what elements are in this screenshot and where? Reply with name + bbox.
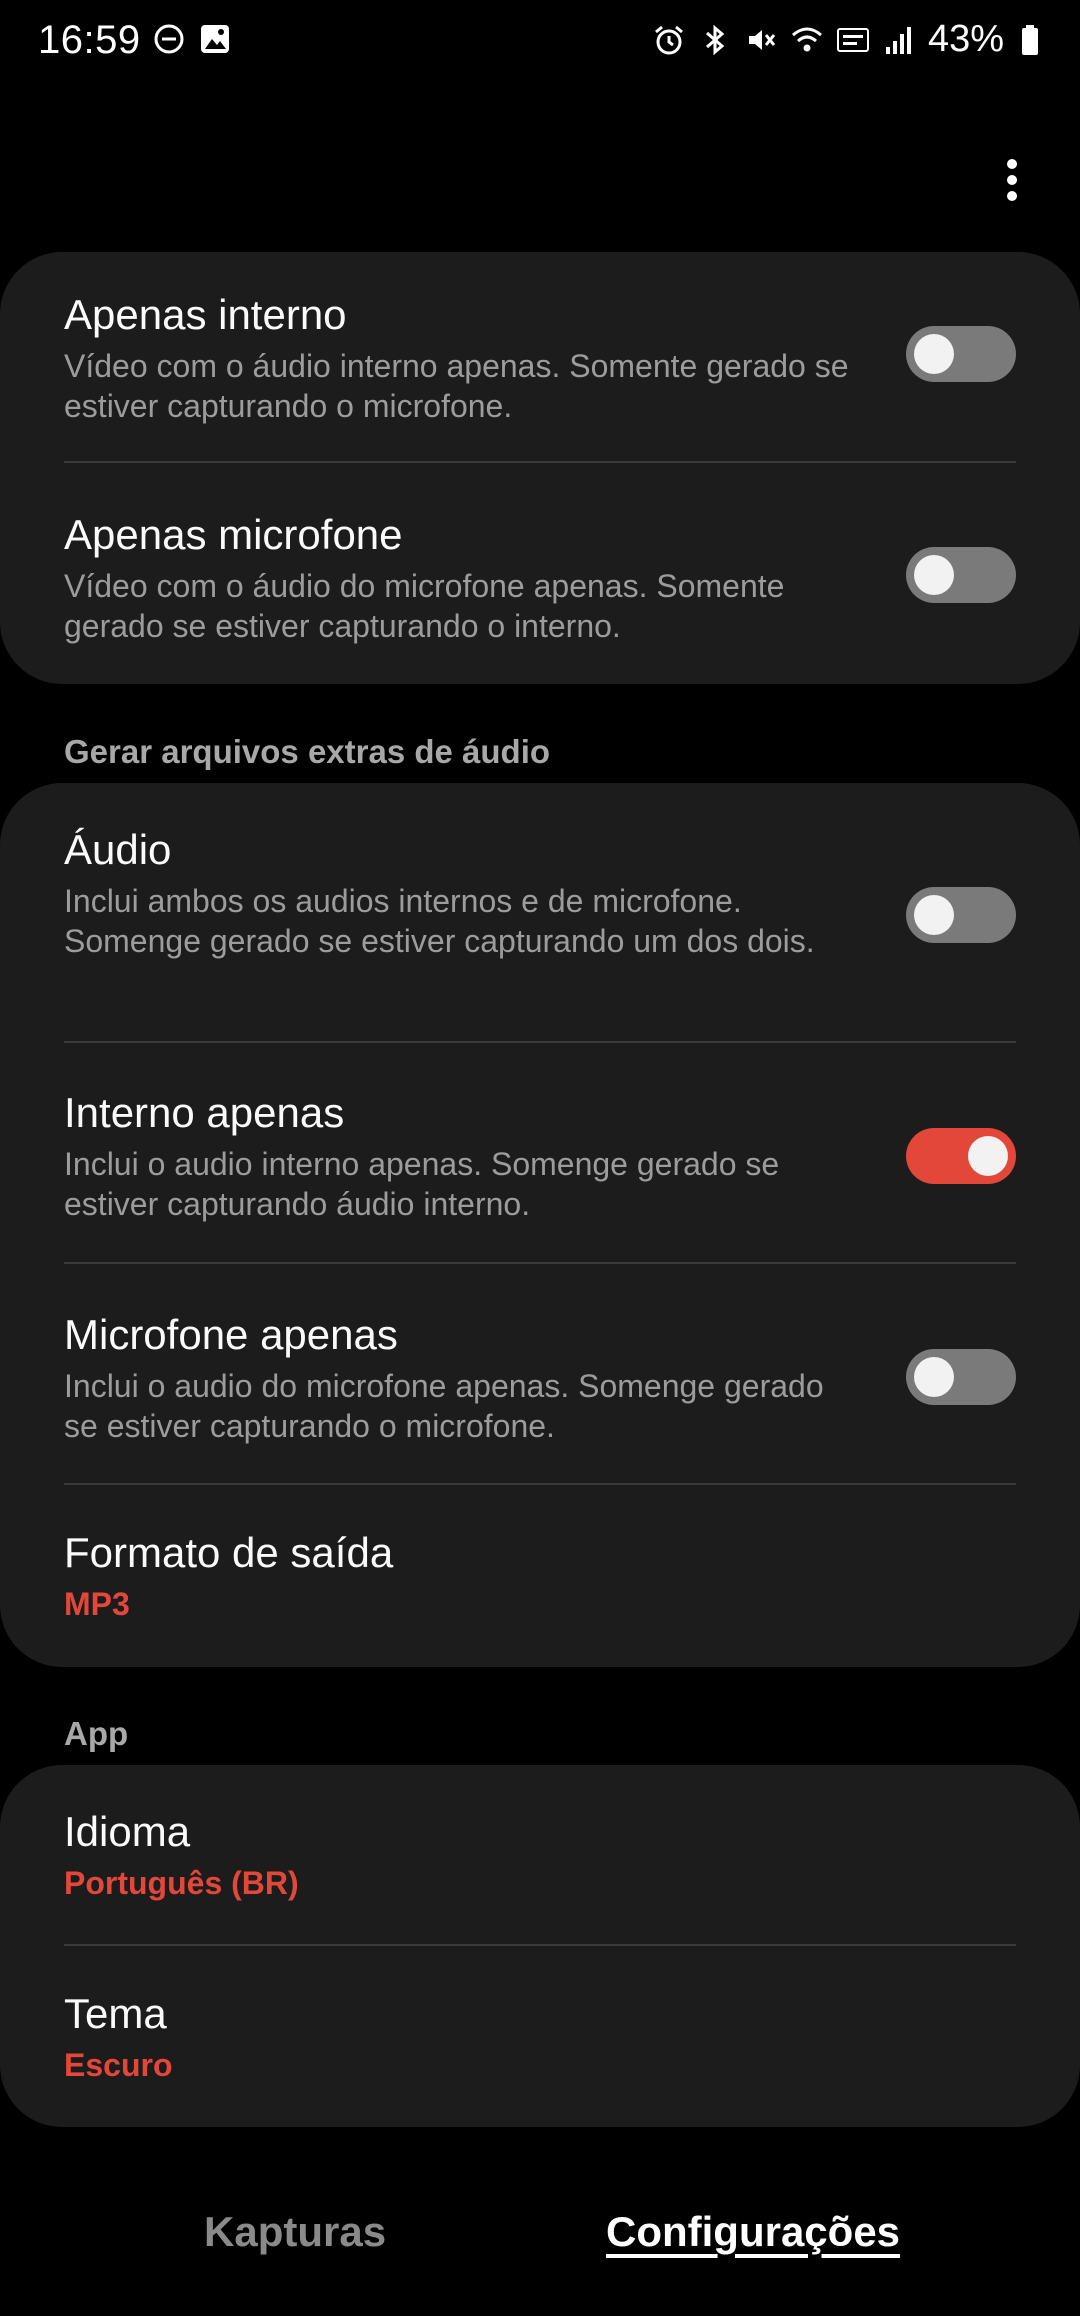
setting-value: Português (BR) bbox=[64, 1865, 299, 1901]
setting-description: Inclui o audio do microfone apenas. Some… bbox=[64, 1368, 824, 1444]
mute-icon bbox=[748, 29, 776, 50]
toggle-microphone-only-audio[interactable] bbox=[906, 1349, 1016, 1405]
divider bbox=[64, 1944, 1016, 1946]
status-time: 16:59 bbox=[38, 18, 141, 62]
setting-title: Interno apenas bbox=[64, 1089, 345, 1136]
extra-audio-card: Áudio Inclui ambos os audios internos e … bbox=[0, 783, 1080, 1667]
setting-value: Escuro bbox=[64, 2047, 173, 2083]
setting-description: Vídeo com o áudio interno apenas. Soment… bbox=[64, 348, 849, 424]
tab-kapturas[interactable]: Kapturas bbox=[204, 2208, 386, 2256]
setting-audio[interactable]: Áudio Inclui ambos os audios internos e … bbox=[64, 825, 1016, 961]
setting-microphone-only-video[interactable]: Apenas microfone Vídeo com o áudio do mi… bbox=[64, 510, 1016, 646]
section-header-extra-audio: Gerar arquivos extras de áudio bbox=[64, 733, 551, 770]
setting-internal-only-video[interactable]: Apenas interno Vídeo com o áudio interno… bbox=[64, 290, 1016, 426]
volte-icon bbox=[836, 27, 869, 52]
setting-microphone-only-audio[interactable]: Microfone apenas Inclui o audio do micro… bbox=[64, 1310, 1016, 1446]
battery-percent: 43% bbox=[927, 18, 1004, 60]
app-card: Idioma Português (BR) Tema Escuro bbox=[0, 1765, 1080, 2127]
setting-internal-only-audio[interactable]: Interno apenas Inclui o audio interno ap… bbox=[64, 1088, 1016, 1224]
bluetooth-icon bbox=[705, 24, 725, 55]
more-vert-icon bbox=[1007, 159, 1017, 201]
gallery-icon bbox=[201, 25, 229, 53]
divider bbox=[64, 1262, 1016, 1264]
divider bbox=[64, 1483, 1016, 1485]
tab-configuracoes[interactable]: Configurações bbox=[606, 2208, 900, 2256]
setting-title: Microfone apenas bbox=[64, 1311, 398, 1358]
toggle-internal-only-audio[interactable] bbox=[906, 1128, 1016, 1184]
setting-title: Tema bbox=[64, 1990, 167, 2037]
setting-title: Formato de saída bbox=[64, 1529, 394, 1576]
battery-icon bbox=[1022, 24, 1038, 55]
divider bbox=[64, 461, 1016, 463]
section-header-app: App bbox=[64, 1715, 129, 1752]
video-audio-card: Apenas interno Vídeo com o áudio interno… bbox=[0, 252, 1080, 684]
toggle-knob bbox=[968, 1136, 1008, 1176]
toggle-microphone-only-video[interactable] bbox=[906, 547, 1016, 603]
setting-language[interactable]: Idioma Português (BR) bbox=[64, 1807, 1016, 1903]
setting-output-format[interactable]: Formato de saída MP3 bbox=[64, 1528, 1016, 1624]
toggle-knob bbox=[914, 895, 954, 935]
setting-description: Inclui o audio interno apenas. Somenge g… bbox=[64, 1146, 780, 1222]
alarm-icon bbox=[654, 25, 683, 54]
setting-title: Áudio bbox=[64, 826, 172, 873]
divider bbox=[64, 1041, 1016, 1043]
toggle-knob bbox=[914, 334, 954, 374]
toggle-internal-only-video[interactable] bbox=[906, 326, 1016, 382]
wifi-icon bbox=[791, 27, 822, 51]
toggle-audio[interactable] bbox=[906, 887, 1016, 943]
setting-value: MP3 bbox=[64, 1586, 130, 1622]
do-not-disturb-icon bbox=[154, 24, 184, 54]
setting-title: Idioma bbox=[64, 1808, 191, 1855]
status-bar: 16:59 43% bbox=[0, 0, 1080, 80]
setting-title: Apenas microfone bbox=[64, 511, 403, 558]
setting-theme[interactable]: Tema Escuro bbox=[64, 1989, 1016, 2085]
setting-title: Apenas interno bbox=[64, 291, 347, 338]
setting-description: Vídeo com o áudio do microfone apenas. S… bbox=[64, 568, 785, 644]
setting-description: Inclui ambos os audios internos e de mic… bbox=[64, 883, 815, 959]
toggle-knob bbox=[914, 1357, 954, 1397]
toggle-knob bbox=[914, 555, 954, 595]
signal-icon bbox=[885, 26, 911, 54]
more-options-button[interactable] bbox=[982, 150, 1042, 210]
